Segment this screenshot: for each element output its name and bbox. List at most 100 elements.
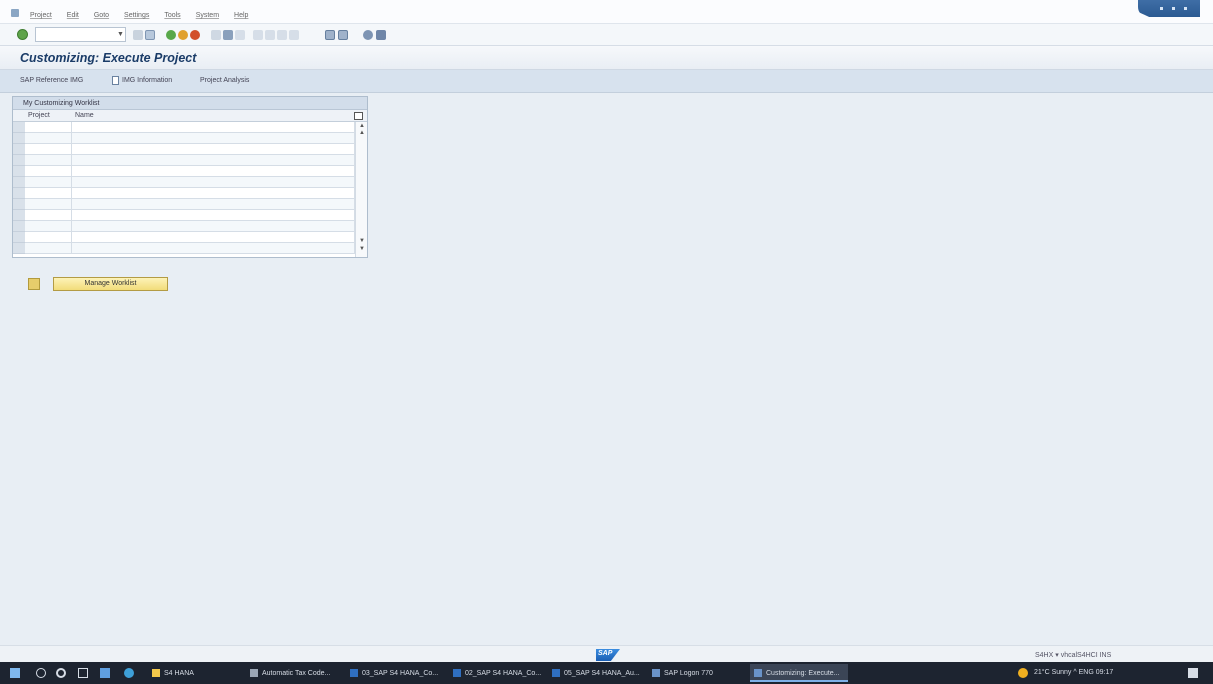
table-header: Project Name [13, 110, 367, 122]
close-icon[interactable] [1184, 7, 1187, 10]
manage-worklist-button[interactable]: Manage Worklist [53, 277, 168, 291]
project-analysis-button[interactable]: Project Analysis [200, 77, 249, 84]
row-selector[interactable] [13, 210, 25, 221]
project-cell[interactable] [25, 243, 72, 254]
back-icon[interactable] [166, 30, 176, 40]
row-selector[interactable] [13, 166, 25, 177]
project-cell[interactable] [25, 177, 72, 188]
menu-tools[interactable]: Tools [164, 12, 180, 19]
name-cell[interactable] [72, 188, 355, 199]
name-cell[interactable] [72, 155, 355, 166]
system-tray[interactable]: 21°C Sunny ^ ENG 09:17 [1034, 669, 1113, 676]
taskbar-app[interactable]: 03_SAP S4 HANA_Co... [346, 664, 444, 682]
project-cell[interactable] [25, 221, 72, 232]
search-icon[interactable] [36, 668, 46, 678]
previous-page-icon[interactable] [265, 30, 275, 40]
row-selector[interactable] [13, 177, 25, 188]
scroll-bottom-icon[interactable]: ▼ [359, 238, 365, 244]
save-icon[interactable] [145, 30, 155, 40]
row-selector[interactable] [13, 243, 25, 254]
find-icon[interactable] [223, 30, 233, 40]
name-cell[interactable] [72, 133, 355, 144]
sap-reference-img-button[interactable]: SAP Reference IMG [20, 77, 83, 84]
taskbar-app[interactable]: S4 HANA [148, 664, 240, 682]
exit-icon[interactable] [178, 30, 188, 40]
menu-goto[interactable]: Goto [94, 12, 109, 19]
table-scrollbar[interactable]: ▲ ▲ ▼ ▼ [355, 122, 367, 257]
name-cell[interactable] [72, 243, 355, 254]
first-page-icon[interactable] [253, 30, 263, 40]
menu-items: Project Edit Goto Settings Tools System … [30, 12, 263, 19]
menu-system[interactable]: System [196, 12, 219, 19]
start-icon[interactable] [10, 668, 20, 678]
menu-project[interactable]: Project [30, 12, 52, 19]
shortcut-icon[interactable] [338, 30, 348, 40]
project-cell[interactable] [25, 210, 72, 221]
layout-menu-icon[interactable] [376, 30, 386, 40]
row-selector[interactable] [13, 133, 25, 144]
menu-settings[interactable]: Settings [124, 12, 149, 19]
taskbar-app[interactable]: Automatic Tax Code... [246, 664, 342, 682]
taskbar-app[interactable]: Customizing: Execute... [750, 664, 848, 682]
taskbar-app[interactable]: 05_SAP S4 HANA_Au... [548, 664, 644, 682]
maximize-icon[interactable] [1172, 7, 1175, 10]
row-selector[interactable] [13, 199, 25, 210]
task-view-icon[interactable] [78, 668, 88, 678]
chevron-down-icon[interactable]: ▼ [117, 27, 125, 42]
cancel-icon[interactable] [190, 30, 200, 40]
sap-app-icon[interactable] [11, 9, 19, 17]
name-cell[interactable] [72, 221, 355, 232]
window-controls[interactable] [1138, 0, 1200, 17]
row-selector[interactable] [13, 122, 25, 133]
document-icon [112, 76, 119, 85]
weather-icon[interactable] [1018, 668, 1028, 678]
column-name[interactable]: Name [75, 112, 94, 119]
scroll-top-icon[interactable]: ▲ [359, 130, 365, 136]
find-next-icon[interactable] [235, 30, 245, 40]
column-project[interactable]: Project [28, 112, 50, 119]
project-cell[interactable] [25, 199, 72, 210]
menu-edit[interactable]: Edit [67, 12, 79, 19]
taskbar-app[interactable]: 02_SAP S4 HANA_Co... [449, 664, 545, 682]
row-selector[interactable] [13, 155, 25, 166]
command-field[interactable] [35, 27, 126, 42]
scroll-up-icon[interactable]: ▲ [359, 123, 365, 129]
name-cell[interactable] [72, 166, 355, 177]
taskbar-app[interactable]: SAP Logon 770 [648, 664, 744, 682]
print-icon[interactable] [211, 30, 221, 40]
row-selector[interactable] [13, 232, 25, 243]
row-selector[interactable] [13, 144, 25, 155]
project-cell[interactable] [25, 122, 72, 133]
img-information-button[interactable]: IMG Information [122, 77, 172, 84]
project-cell[interactable] [25, 232, 72, 243]
next-page-icon[interactable] [277, 30, 287, 40]
name-cell[interactable] [72, 144, 355, 155]
scroll-down-icon[interactable]: ▼ [359, 246, 365, 252]
project-cell[interactable] [25, 188, 72, 199]
menu-help[interactable]: Help [234, 12, 248, 19]
name-cell[interactable] [72, 177, 355, 188]
browser-icon[interactable] [124, 668, 134, 678]
store-icon[interactable] [100, 668, 110, 678]
worklist-icon[interactable] [28, 278, 40, 290]
name-cell[interactable] [72, 199, 355, 210]
arrow-right-icon[interactable] [133, 30, 143, 40]
enter-icon[interactable] [17, 29, 28, 40]
cortana-icon[interactable] [56, 668, 66, 678]
last-page-icon[interactable] [289, 30, 299, 40]
system-info[interactable]: S4HX ▾ vhcalS4HCI INS [1035, 651, 1111, 659]
minimize-icon[interactable] [1160, 7, 1163, 10]
notifications-icon[interactable] [1188, 668, 1198, 678]
row-selector[interactable] [13, 221, 25, 232]
project-cell[interactable] [25, 144, 72, 155]
help-icon[interactable] [363, 30, 373, 40]
new-session-icon[interactable] [325, 30, 335, 40]
table-settings-icon[interactable] [354, 112, 363, 120]
name-cell[interactable] [72, 122, 355, 133]
project-cell[interactable] [25, 155, 72, 166]
project-cell[interactable] [25, 166, 72, 177]
name-cell[interactable] [72, 232, 355, 243]
name-cell[interactable] [72, 210, 355, 221]
project-cell[interactable] [25, 133, 72, 144]
row-selector[interactable] [13, 188, 25, 199]
